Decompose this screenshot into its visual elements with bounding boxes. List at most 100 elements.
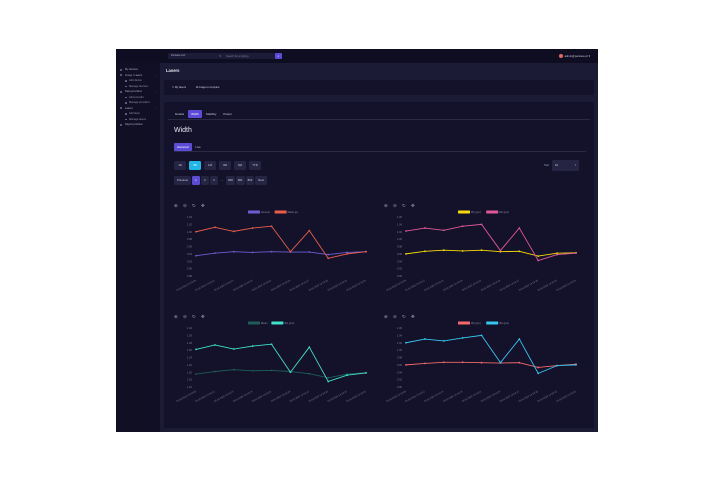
pan-icon[interactable]: ✥ (201, 203, 205, 208)
data-point[interactable] (327, 380, 330, 383)
data-point[interactable] (518, 361, 521, 364)
data-point[interactable] (308, 372, 311, 375)
data-point[interactable] (365, 372, 367, 374)
pan-icon[interactable]: ✥ (411, 203, 415, 208)
data-point[interactable] (499, 249, 502, 252)
range-button[interactable]: 3M (219, 161, 231, 170)
legend-label[interactable]: Mean (μ) (288, 210, 299, 214)
zoom-out-icon[interactable]: ⊖ (183, 203, 187, 208)
zoom-in-icon[interactable]: ⊕ (174, 314, 178, 319)
data-point[interactable] (346, 374, 349, 377)
data-point[interactable] (251, 227, 254, 229)
range-button[interactable]: 5D (189, 161, 201, 170)
data-point[interactable] (270, 369, 273, 372)
data-point[interactable] (537, 255, 540, 257)
zoom-in-icon[interactable]: ⊕ (384, 314, 388, 319)
data-point[interactable] (308, 251, 311, 253)
data-point[interactable] (442, 340, 445, 342)
zoom-out-icon[interactable]: ⊖ (393, 203, 397, 208)
data-point[interactable] (442, 361, 445, 364)
legend-label[interactable]: Wy (μm) (471, 210, 481, 214)
data-point[interactable] (251, 345, 254, 347)
page-button[interactable]: 800 (226, 176, 235, 185)
sort-select[interactable]: 10 ▾ (552, 160, 579, 171)
legend-label[interactable]: Amount (261, 210, 270, 214)
data-point[interactable] (556, 364, 559, 367)
data-point[interactable] (213, 226, 216, 229)
data-point[interactable] (423, 362, 426, 365)
legend-label[interactable]: Wx (μm) (284, 321, 294, 325)
data-point[interactable] (480, 249, 483, 252)
data-point[interactable] (461, 361, 464, 364)
data-point[interactable] (232, 230, 235, 233)
search-button[interactable]: ⌕ (275, 53, 282, 59)
data-point[interactable] (537, 372, 540, 375)
data-point[interactable] (480, 334, 483, 337)
data-point[interactable] (537, 366, 540, 369)
range-button[interactable]: YTD (249, 161, 261, 170)
data-point[interactable] (232, 348, 235, 350)
zoom-out-icon[interactable]: ⊖ (393, 314, 397, 319)
pan-icon[interactable]: ✥ (411, 314, 415, 319)
data-point[interactable] (213, 344, 216, 346)
data-point[interactable] (195, 348, 197, 351)
data-point[interactable] (308, 346, 311, 349)
data-point[interactable] (327, 257, 330, 260)
data-point[interactable] (480, 361, 483, 364)
data-point[interactable] (405, 252, 407, 255)
data-point[interactable] (289, 371, 292, 374)
data-point[interactable] (480, 223, 483, 226)
tab-stability[interactable]: Stability (203, 110, 220, 118)
reset-icon[interactable]: ↻ (192, 314, 196, 319)
data-point[interactable] (289, 250, 292, 253)
tab-power[interactable]: Power (220, 110, 235, 118)
data-point[interactable] (405, 230, 407, 232)
page-button[interactable]: 1 (191, 176, 200, 185)
data-point[interactable] (461, 225, 464, 228)
data-point[interactable] (327, 376, 330, 379)
data-point[interactable] (195, 373, 197, 375)
previous-page-button[interactable]: Previous (174, 176, 191, 185)
data-point[interactable] (327, 253, 330, 256)
data-point[interactable] (405, 363, 407, 366)
data-point[interactable] (251, 251, 254, 254)
data-point[interactable] (442, 229, 445, 232)
image-compare-button[interactable]: ⧉ Image to compare (196, 85, 219, 91)
data-point[interactable] (232, 250, 235, 253)
sidebar-item[interactable]: Report problem (116, 122, 160, 128)
data-point[interactable] (461, 250, 464, 252)
data-point[interactable] (195, 254, 197, 257)
page-button[interactable]: 2 (200, 176, 209, 185)
tab-details[interactable]: Details (172, 110, 187, 118)
data-point[interactable] (270, 225, 273, 228)
legend-label[interactable]: Mean (261, 321, 268, 325)
zoom-in-icon[interactable]: ⊕ (384, 203, 388, 208)
range-button[interactable]: 1M (204, 161, 216, 170)
data-point[interactable] (405, 341, 407, 344)
data-point[interactable] (270, 343, 273, 346)
data-point[interactable] (518, 338, 521, 340)
reset-icon[interactable]: ↻ (402, 203, 406, 208)
search-input[interactable] (223, 53, 275, 59)
pan-icon[interactable]: ✥ (201, 314, 205, 319)
data-point[interactable] (308, 229, 311, 232)
data-point[interactable] (365, 250, 367, 253)
reset-icon[interactable]: ↻ (192, 203, 196, 208)
subtab-historical[interactable]: Historical (174, 143, 192, 151)
range-button[interactable]: 1D (174, 161, 186, 170)
data-point[interactable] (499, 361, 502, 364)
data-point[interactable] (537, 259, 540, 262)
user-menu[interactable]: admin@pentace.pl ▾ (558, 53, 590, 59)
page-button[interactable]: 802 (245, 176, 255, 185)
next-page-button[interactable]: Next (255, 176, 268, 185)
data-point[interactable] (575, 363, 577, 366)
zoom-in-icon[interactable]: ⊕ (174, 203, 178, 208)
data-point[interactable] (461, 337, 464, 339)
data-point[interactable] (270, 250, 273, 253)
data-point[interactable] (556, 253, 559, 256)
data-point[interactable] (442, 249, 445, 252)
data-point[interactable] (346, 252, 349, 255)
data-point[interactable] (518, 250, 521, 253)
data-point[interactable] (423, 250, 426, 253)
page-button[interactable]: 801 (235, 176, 245, 185)
